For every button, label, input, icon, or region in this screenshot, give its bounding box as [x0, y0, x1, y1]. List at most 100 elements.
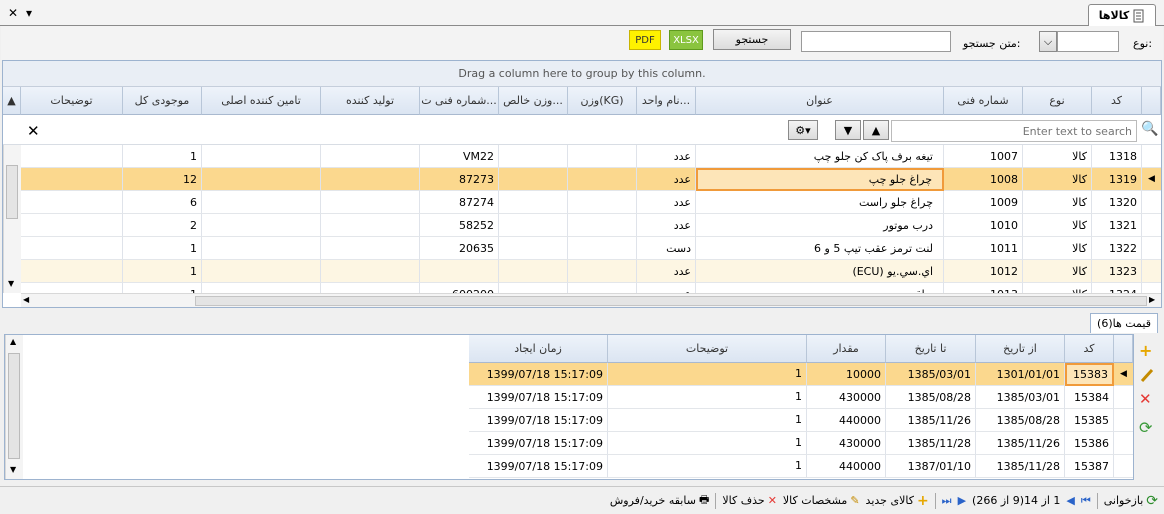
table-cell[interactable]: 1324 — [1092, 283, 1142, 293]
table-cell[interactable] — [568, 214, 637, 237]
table-cell[interactable]: درب موتور — [696, 214, 944, 237]
scroll-up-arrow[interactable]: ▲ — [3, 87, 21, 115]
table-cell[interactable]: 440000 — [807, 455, 886, 478]
table-cell[interactable] — [568, 260, 637, 283]
table-cell[interactable]: 1399/07/18 15:17:09 — [469, 409, 608, 432]
table-cell[interactable] — [21, 191, 123, 214]
table-row[interactable]: 1 600200 عدددیاق1013کالا1324 — [21, 283, 1161, 293]
table-cell[interactable]: اي.سي.يو (ECU) — [696, 260, 944, 283]
scroll-down-arrow[interactable]: ▼ — [10, 465, 16, 474]
refresh-button[interactable]: ⟳ بازخوانی — [1104, 493, 1158, 509]
find-options-button[interactable]: ⚙▾ — [788, 120, 818, 140]
table-cell[interactable] — [568, 168, 637, 191]
table-row[interactable]: 1 20635 دست لنت ترمز عقب تیپ 5 و 6 1011 کالا 1… — [21, 237, 1161, 260]
table-cell[interactable]: 1009 — [944, 191, 1023, 214]
table-cell[interactable]: 430000 — [807, 386, 886, 409]
table-cell[interactable]: 1385/03/01 — [886, 363, 976, 386]
item-specs-button[interactable]: ✎ مشخصات کالا — [783, 494, 860, 507]
table-cell[interactable]: 1 — [795, 436, 802, 449]
table-cell[interactable]: عدد — [637, 214, 696, 237]
table-cell[interactable] — [202, 145, 321, 168]
table-cell[interactable]: کالا — [1023, 237, 1092, 260]
find-previous-button[interactable]: ▲ — [863, 120, 889, 140]
history-button[interactable]: 🖶 سابقه خرید/فروش — [610, 491, 709, 510]
table-cell[interactable]: 1385/11/26 — [886, 409, 976, 432]
table-cell[interactable] — [499, 214, 568, 237]
table-cell[interactable]: 1301/01/01 — [976, 363, 1065, 386]
table-cell[interactable]: 1008 — [944, 168, 1023, 191]
search-icon[interactable]: 🔍 — [1141, 121, 1158, 137]
prev-page-button[interactable]: ▶ — [958, 494, 966, 507]
close-window-button[interactable]: ✕ — [8, 6, 18, 20]
last-page-button[interactable]: ⏭ — [942, 494, 952, 508]
table-cell[interactable]: عدد — [637, 145, 696, 168]
table-cell[interactable]: کالا — [1023, 145, 1092, 168]
scrollbar-thumb[interactable] — [6, 165, 18, 219]
column-header[interactable]: شماره فنی ت... — [420, 87, 499, 115]
table-row[interactable]: 12 87273 عدد چراغ جلو چپ 1008 کالا 1319 ◀ — [21, 168, 1161, 191]
column-header[interactable]: موجودی کل — [123, 87, 202, 115]
vertical-scrollbar[interactable]: ▼ — [3, 145, 21, 293]
table-cell[interactable]: 440000 — [807, 409, 886, 432]
find-next-button[interactable]: ▼ — [835, 120, 861, 140]
table-cell[interactable]: 15386 — [1065, 432, 1114, 455]
table-cell[interactable]: 1013 — [944, 283, 1023, 293]
table-cell[interactable]: 1 — [795, 413, 802, 426]
search-text-input[interactable] — [801, 31, 951, 52]
column-header[interactable]: نام واحد... — [637, 87, 696, 115]
table-cell[interactable] — [202, 214, 321, 237]
table-cell[interactable] — [202, 191, 321, 214]
table-cell[interactable]: 1 — [123, 260, 202, 283]
table-cell[interactable] — [202, 168, 321, 191]
table-cell[interactable] — [21, 214, 123, 237]
table-cell[interactable]: 10000 — [807, 363, 886, 386]
column-header[interactable]: از تاریخ — [976, 335, 1065, 363]
table-cell[interactable] — [21, 237, 123, 260]
table-cell[interactable]: 1385/11/28 — [976, 455, 1065, 478]
table-cell[interactable] — [568, 145, 637, 168]
next-page-button[interactable]: ◀ — [1066, 494, 1074, 507]
horizontal-scrollbar[interactable]: ◀ ▶ — [21, 293, 1161, 307]
table-cell[interactable] — [321, 283, 420, 293]
table-cell[interactable]: 1385/08/28 — [976, 409, 1065, 432]
type-dropdown-button[interactable]: ⌵ — [1039, 31, 1057, 52]
table-row[interactable]: 1399/07/18 15:17:09 1 10000 1385/03/01 1301/… — [469, 363, 1133, 386]
table-cell[interactable]: 1387/01/10 — [886, 455, 976, 478]
table-cell[interactable]: 1385/03/01 — [976, 386, 1065, 409]
table-cell[interactable]: 1010 — [944, 214, 1023, 237]
table-cell[interactable] — [499, 283, 568, 293]
table-cell[interactable]: 2 — [123, 214, 202, 237]
scroll-down-arrow[interactable]: ▼ — [8, 279, 14, 288]
hscrollbar-thumb[interactable] — [195, 296, 1147, 306]
table-cell[interactable]: 1322 — [1092, 237, 1142, 260]
table-cell[interactable] — [202, 260, 321, 283]
table-cell[interactable] — [499, 237, 568, 260]
column-header[interactable]: تا تاریخ — [886, 335, 976, 363]
type-input[interactable] — [1057, 31, 1119, 52]
refresh-prices-icon[interactable]: ⟳ — [1139, 418, 1152, 437]
column-header[interactable]: عنوان — [696, 87, 944, 115]
window-menu-dropdown[interactable]: ▾ — [26, 6, 32, 20]
table-row[interactable]: 1 VM22 عدد تیغه برف پاک کن جلو چپ 1007 کالا 13… — [21, 145, 1161, 168]
table-cell[interactable] — [321, 260, 420, 283]
column-header[interactable]: وزن خالص... — [499, 87, 568, 115]
first-page-button[interactable]: ⏮ — [1081, 494, 1091, 508]
table-cell[interactable]: کالا — [1023, 260, 1092, 283]
scroll-up-arrow[interactable]: ▲ — [10, 337, 16, 346]
table-cell[interactable]: 58252 — [420, 214, 499, 237]
column-header[interactable]: توضیحات — [608, 335, 807, 363]
column-header[interactable]: تامین کننده اصلی — [202, 87, 321, 115]
tab-products[interactable]: کالاها — [1088, 4, 1156, 26]
table-cell[interactable]: 1385/11/26 — [976, 432, 1065, 455]
table-cell[interactable]: 1 — [123, 237, 202, 260]
table-cell[interactable] — [321, 168, 420, 191]
column-header[interactable]: تولید کننده — [321, 87, 420, 115]
search-button[interactable]: جستجو — [713, 29, 791, 50]
table-cell[interactable]: 1319 — [1092, 168, 1142, 191]
table-cell[interactable]: 15383 — [1065, 363, 1114, 386]
table-cell[interactable]: کالا — [1023, 214, 1092, 237]
table-cell[interactable] — [608, 455, 807, 478]
table-cell[interactable]: 1385/08/28 — [886, 386, 976, 409]
table-cell[interactable] — [21, 283, 123, 293]
table-cell[interactable] — [321, 214, 420, 237]
